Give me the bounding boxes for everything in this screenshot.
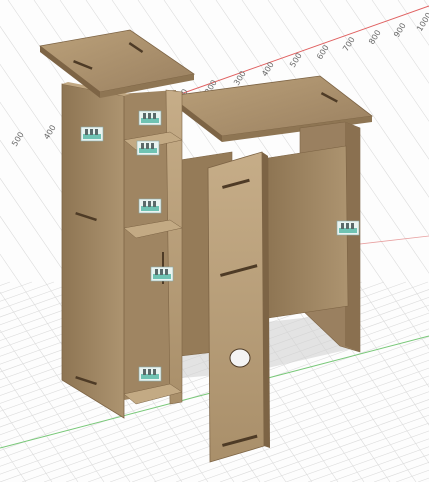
joint-icon[interactable] [80, 126, 104, 142]
joint-icon[interactable] [138, 366, 162, 382]
grid-line [397, 0, 429, 46]
joint-icon[interactable] [336, 220, 360, 236]
grid-line [0, 281, 55, 302]
joint-icon[interactable] [150, 266, 174, 282]
grid-line [0, 281, 11, 286]
ruler-tick-left: 500 [10, 130, 26, 148]
ruler-tick: 900 [392, 21, 408, 39]
cable-hole [229, 348, 251, 368]
ruler-tick-left: 400 [42, 123, 58, 141]
right-side-panel[interactable] [267, 121, 361, 353]
ruler-tick: 300 [232, 69, 248, 87]
cad-viewport[interactable]: 100 200 300 400 500 600 700 800 900 1000… [0, 0, 429, 482]
front-leg-panel[interactable] [207, 151, 270, 463]
left-tower[interactable] [61, 82, 183, 419]
grid-line [373, 462, 429, 482]
ruler-tick: 400 [260, 60, 276, 78]
grid-line [423, 0, 429, 8]
ruler-tick: 1000 [415, 11, 429, 33]
ruler-tick: 500 [288, 51, 304, 69]
ruler-tick: 800 [367, 28, 383, 46]
joint-icon[interactable] [136, 140, 160, 156]
joint-icon[interactable] [138, 110, 162, 126]
joint-icon[interactable] [138, 198, 162, 214]
grid-line [417, 477, 429, 482]
scene-svg[interactable]: 100 200 300 400 500 600 700 800 900 1000… [0, 0, 429, 482]
